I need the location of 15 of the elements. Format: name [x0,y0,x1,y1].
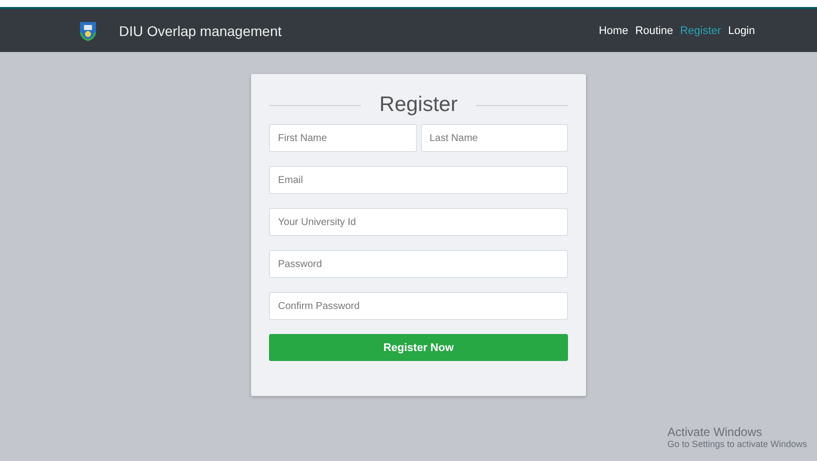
nav-link[interactable]: Routine [635,24,674,36]
activation-notice-title: Activate Windows [667,425,764,439]
input-field[interactable]: Your University Id [269,208,568,236]
input-field[interactable]: Last Name [420,124,568,152]
input-field[interactable]: Email [269,166,568,194]
nav-link[interactable]: Home [598,24,628,36]
shield-logo-icon[interactable] [79,20,97,42]
activation-notice-text: Go to Settings to activate Windows [667,439,807,449]
nav-link[interactable]: Login [728,24,755,36]
input-field[interactable]: Confirm Password [269,292,568,320]
nav-link[interactable]: Register [680,24,722,36]
form-title: Register [379,93,458,117]
input-field[interactable]: First Name [269,124,416,152]
brand-title[interactable]: DIU Overlap management [119,22,282,38]
input-field[interactable]: Password [269,250,568,278]
